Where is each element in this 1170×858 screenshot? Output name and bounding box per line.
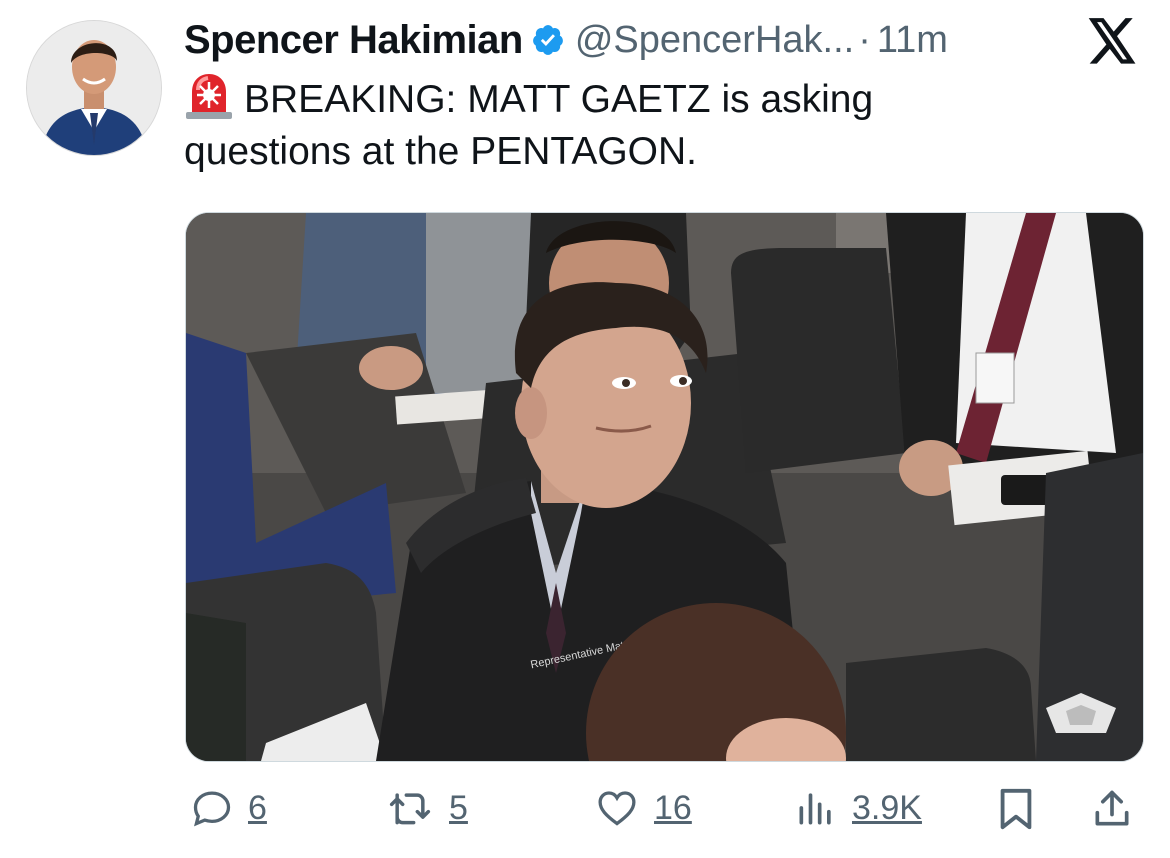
author-name[interactable]: Spencer Hakimian (184, 18, 523, 63)
tweet-text-line2: questions at the PENTAGON. (184, 130, 697, 173)
repost-button[interactable]: 5 (385, 786, 468, 830)
heart-icon (594, 786, 640, 830)
bookmark-button[interactable] (996, 786, 1036, 832)
share-upload-icon (1090, 786, 1134, 832)
tweet-media-image[interactable]: Representative Matt Gaetz (185, 212, 1144, 762)
speech-bubble-icon (190, 786, 234, 830)
tweet-text: BREAKING: MATT GAETZ is asking questions… (184, 72, 1084, 178)
bookmark-icon (996, 786, 1036, 832)
author-avatar[interactable] (26, 20, 162, 156)
views-button[interactable]: 3.9K (794, 786, 922, 830)
x-logo-icon[interactable] (1086, 18, 1138, 66)
bar-chart-icon (794, 786, 838, 830)
repost-count[interactable]: 5 (449, 789, 468, 828)
tweet-text-line1: BREAKING: MATT GAETZ is asking (244, 78, 874, 121)
share-button[interactable] (1090, 786, 1134, 832)
repost-arrows-icon (385, 786, 435, 830)
like-button[interactable]: 16 (594, 786, 692, 830)
avatar-photo (27, 21, 161, 155)
reply-count[interactable]: 6 (248, 789, 267, 828)
tweet-header: Spencer Hakimian @SpencerHak... · 11m (184, 14, 948, 66)
verified-badge-icon[interactable] (531, 23, 565, 57)
reply-button[interactable]: 6 (190, 786, 267, 830)
press-briefing-photo: Representative Matt Gaetz (186, 213, 1143, 761)
rotating-light-icon (184, 72, 236, 120)
author-handle[interactable]: @SpencerHak... (575, 19, 854, 62)
tweet-action-bar: 6 5 16 3.9K (0, 780, 1170, 844)
view-count[interactable]: 3.9K (852, 789, 922, 828)
header-separator: · (858, 18, 871, 61)
timestamp[interactable]: 11m (877, 19, 948, 62)
like-count[interactable]: 16 (654, 789, 692, 828)
